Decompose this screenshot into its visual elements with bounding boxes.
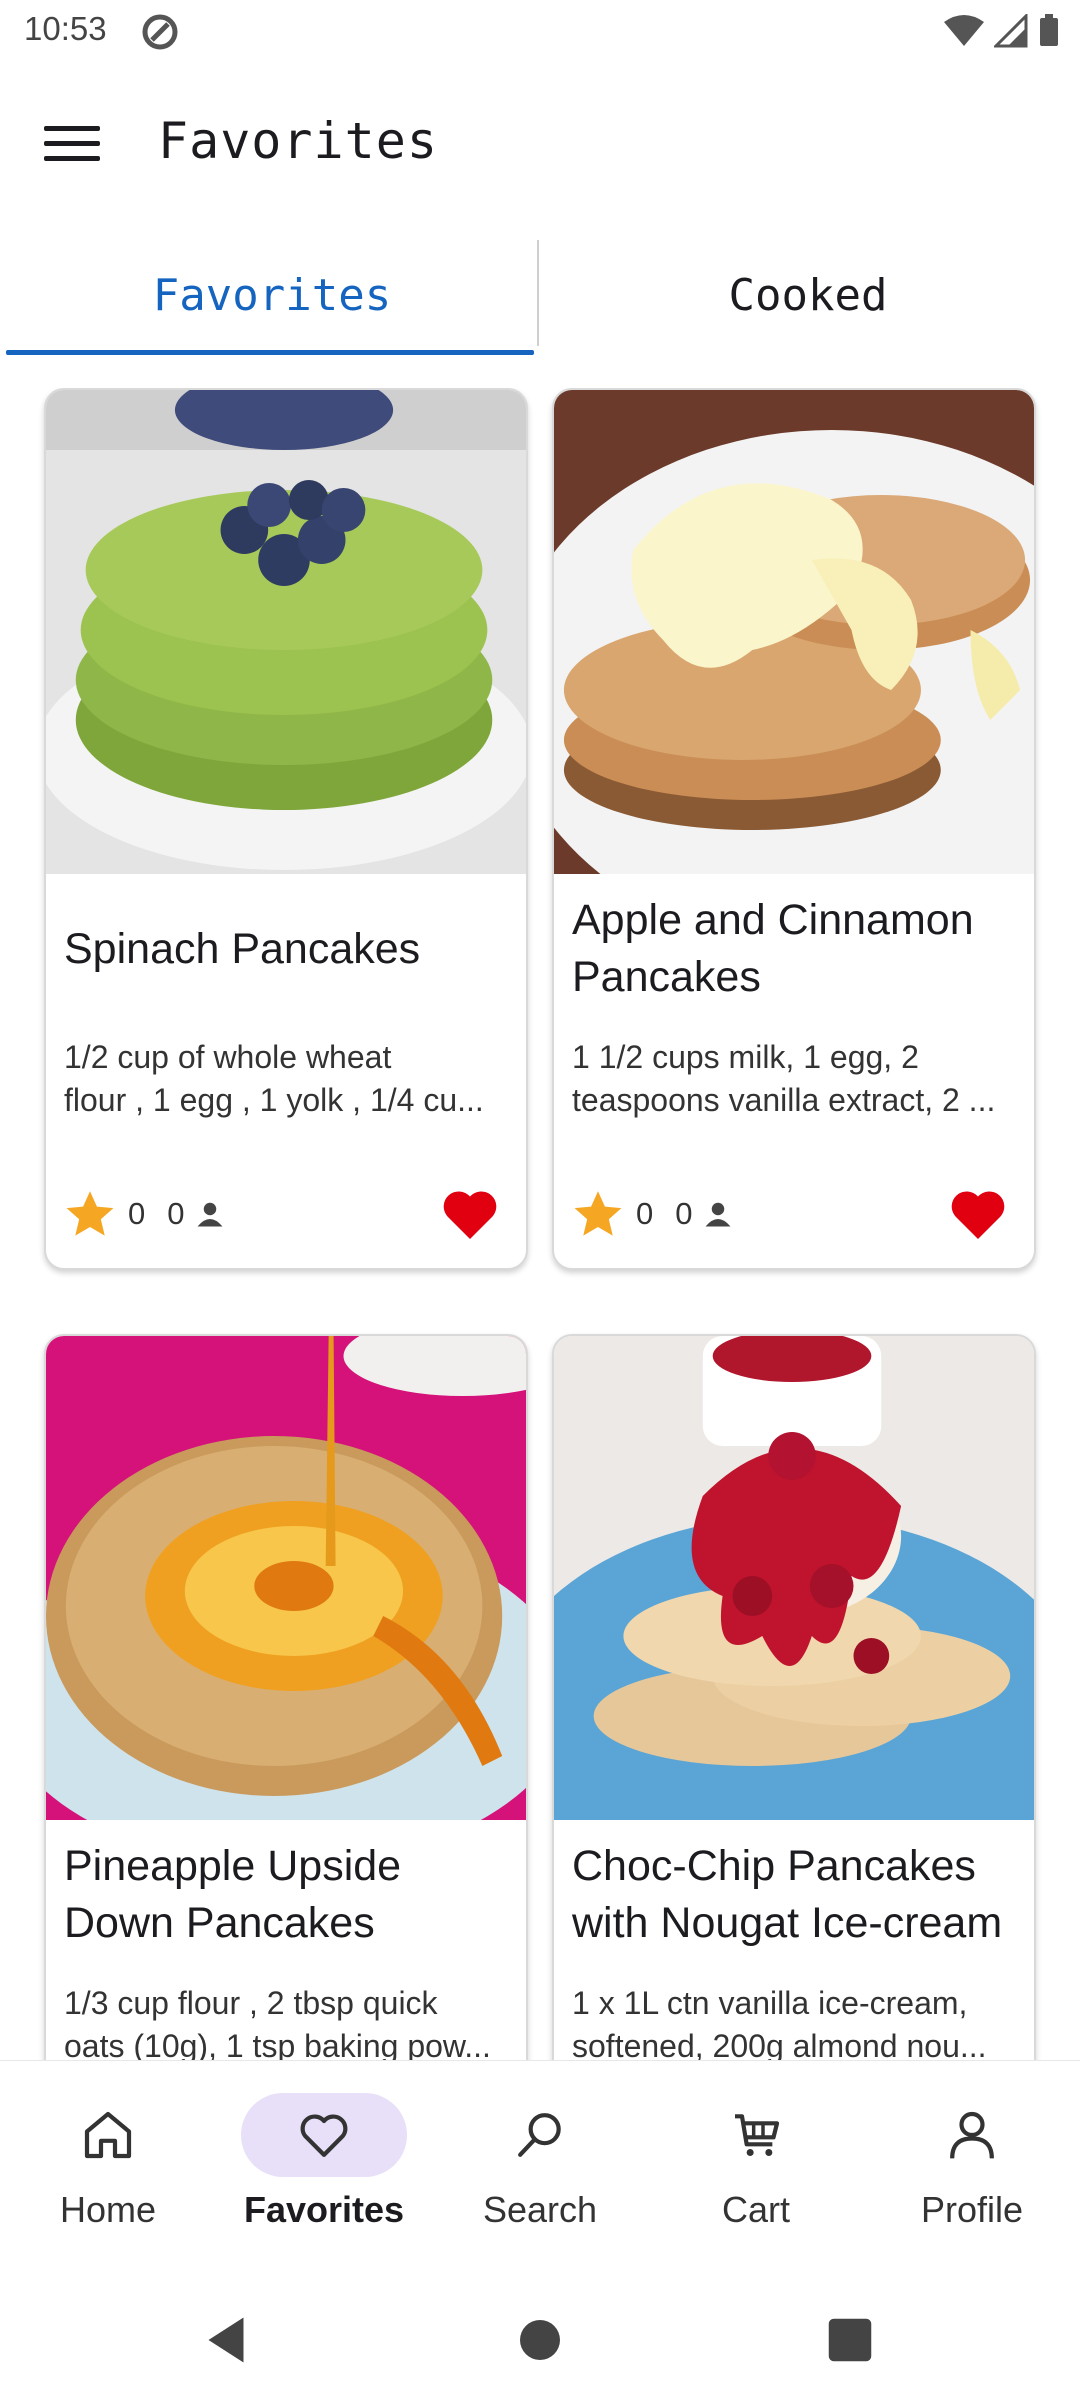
recipe-title: Spinach Pancakes xyxy=(64,924,421,973)
recipe-description: 1 1/2 cups milk, 1 egg, 2 teaspoons vani… xyxy=(572,1039,996,1118)
person-icon xyxy=(197,1202,222,1227)
rating-count: 0 xyxy=(128,1196,146,1231)
nav-pill-active xyxy=(241,2093,407,2177)
nav-pill xyxy=(457,2093,623,2177)
recipe-description: 1/3 cup flour , 2 tbsp quick oats (10g),… xyxy=(64,1985,491,2060)
recipe-title: Choc-Chip Pancakes with Nougat Ice-cream xyxy=(572,1842,1003,1947)
nav-label: Search xyxy=(482,2189,598,2230)
recipe-image xyxy=(46,390,526,874)
nav-item-home[interactable]: Home xyxy=(0,2093,216,2253)
recipe-image xyxy=(554,390,1034,874)
home-circle-icon[interactable] xyxy=(510,2310,570,2370)
menu-button[interactable] xyxy=(44,126,100,166)
battery-icon xyxy=(1040,14,1058,46)
servings-count: 0 xyxy=(167,1196,185,1231)
person-icon xyxy=(950,2111,994,2159)
status-bar: 10:53 xyxy=(0,0,1080,64)
heart-outline-icon xyxy=(300,2114,348,2157)
top-app-bar: Favorites xyxy=(0,90,1080,200)
nav-pill xyxy=(673,2093,839,2177)
recipe-image xyxy=(554,1336,1034,1820)
search-icon xyxy=(518,2113,561,2157)
tab-favorites[interactable]: Favorites xyxy=(4,236,540,354)
recipe-image xyxy=(46,1336,526,1820)
do-not-disturb-icon xyxy=(140,12,180,56)
nav-label: Cart xyxy=(721,2189,790,2230)
nav-item-cart[interactable]: Cart xyxy=(648,2093,864,2253)
recipe-title: Pineapple Upside Down Pancakes xyxy=(64,1842,402,1947)
nav-item-favorites[interactable]: Favorites xyxy=(216,2093,432,2253)
recipe-card[interactable]: Spinach Pancakes 1/2 cup of whole wheat … xyxy=(44,388,528,1270)
recipe-title: Apple and Cinnamon Pancakes xyxy=(572,896,974,1001)
back-icon[interactable] xyxy=(196,2310,256,2370)
recipe-grid[interactable]: Spinach Pancakes 1/2 cup of whole wheat … xyxy=(0,388,1080,2060)
cart-icon xyxy=(735,2114,780,2156)
status-icons xyxy=(944,14,1060,48)
recipe-card[interactable]: Apple and Cinnamon Pancakes 1 1/2 cups m… xyxy=(552,388,1036,1270)
page-title: Favorites xyxy=(158,112,438,170)
recents-icon[interactable] xyxy=(820,2310,880,2370)
tab-bar: Favorites Cooked xyxy=(0,236,1080,358)
favorite-heart-icon[interactable] xyxy=(948,1186,1008,1242)
tab-indicator xyxy=(6,350,534,355)
recipe-description: 1 x 1L ctn vanilla ice-cream, softened, … xyxy=(572,1985,987,2060)
recipe-meta: 0 0 xyxy=(64,1186,514,1242)
nav-item-search[interactable]: Search xyxy=(432,2093,648,2253)
recipe-card[interactable]: Pineapple Upside Down Pancakes 1/3 cup f… xyxy=(44,1334,528,2060)
nav-item-profile[interactable]: Profile xyxy=(864,2093,1080,2253)
tab-divider xyxy=(537,240,539,346)
wifi-icon xyxy=(944,15,984,46)
nav-pill xyxy=(25,2093,191,2177)
nav-label: Favorites xyxy=(243,2189,405,2230)
recipe-description: 1/2 cup of whole wheat flour , 1 egg , 1… xyxy=(64,1039,484,1118)
favorite-heart-icon[interactable] xyxy=(440,1186,500,1242)
star-icon xyxy=(574,1191,622,1236)
person-icon xyxy=(705,1202,730,1227)
rating-count: 0 xyxy=(636,1196,654,1231)
home-icon xyxy=(84,2111,132,2159)
tab-cooked[interactable]: Cooked xyxy=(540,236,1076,354)
bottom-navigation: Home Favorites Search Cart Profile xyxy=(0,2060,1080,2270)
nav-label: Profile xyxy=(920,2189,1024,2230)
system-navigation-bar xyxy=(0,2270,1080,2400)
signal-icon xyxy=(994,14,1028,48)
star-icon xyxy=(66,1191,114,1236)
status-time: 10:53 xyxy=(24,10,107,47)
nav-pill xyxy=(889,2093,1055,2177)
recipe-meta: 0 0 xyxy=(572,1186,1022,1242)
servings-count: 0 xyxy=(675,1196,693,1231)
recipe-card[interactable]: Choc-Chip Pancakes with Nougat Ice-cream… xyxy=(552,1334,1036,2060)
nav-label: Home xyxy=(59,2189,157,2230)
